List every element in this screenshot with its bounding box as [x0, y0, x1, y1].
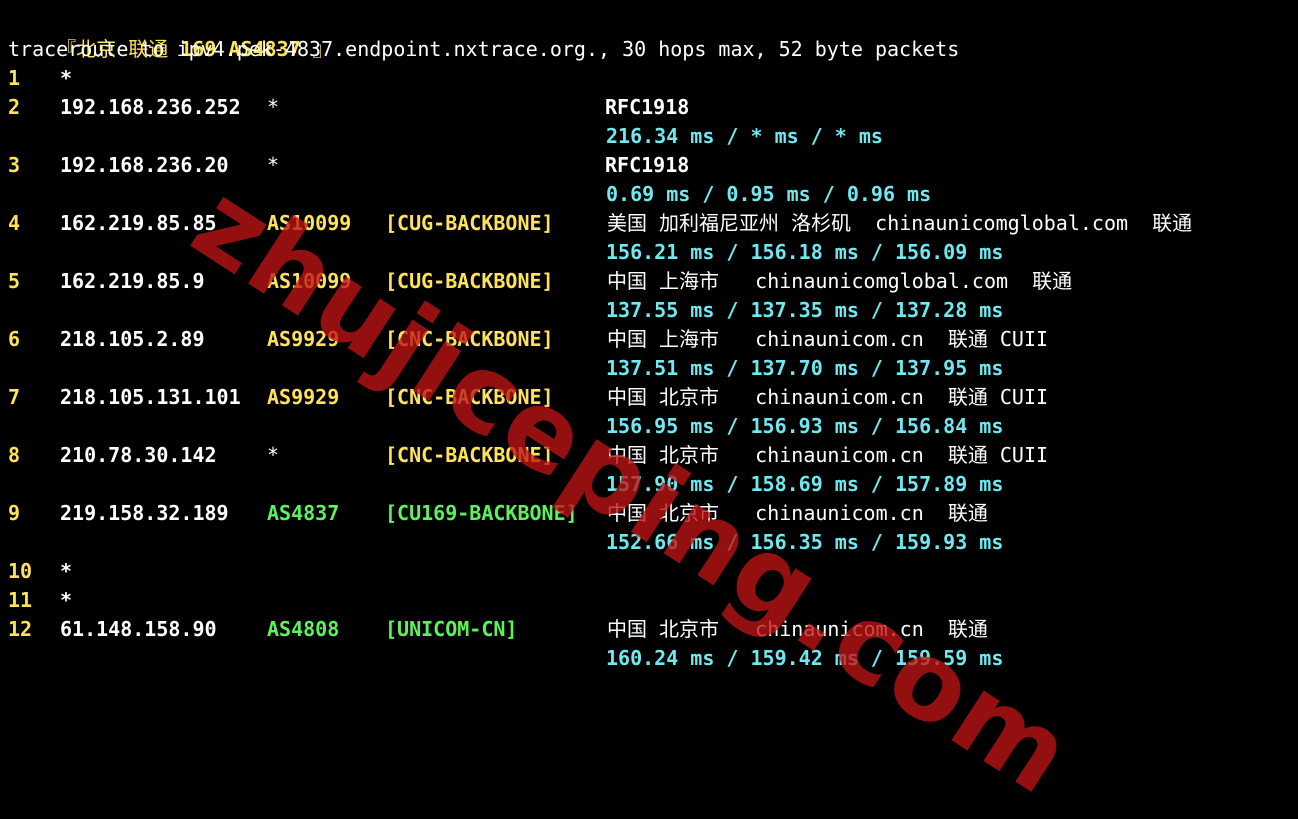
- hop-number: 10: [8, 559, 33, 583]
- hop-number: 4: [8, 211, 21, 235]
- hop-asn: AS10099: [267, 211, 352, 235]
- hop-row: 10 *: [8, 557, 1298, 586]
- hop-number: 11: [8, 588, 33, 612]
- hop-geo-info: RFC1918: [605, 153, 690, 177]
- hop-latency: 156.21 ms / 156.18 ms / 156.09 ms: [606, 240, 1004, 264]
- hop-number: 5: [8, 269, 21, 293]
- hop-latency: 152.66 ms / 156.35 ms / 159.93 ms: [606, 530, 1004, 554]
- hop-backbone-tag: [UNICOM-CN]: [385, 617, 518, 641]
- hop-geo-info: RFC1918: [605, 95, 690, 119]
- hop-geo-info: 中国 上海市 chinaunicom.cn 联通 CUII: [607, 327, 1049, 351]
- hop-backbone-tag: [CNC-BACKBONE]: [385, 443, 554, 467]
- hop-ip: *: [60, 588, 73, 612]
- hop-asn: *: [267, 443, 280, 467]
- hop-row: 6 218.105.2.89 AS9929 [CNC-BACKBONE] 中国 上海市 …: [8, 325, 1298, 354]
- hop-geo-info: 中国 上海市 chinaunicomglobal.com 联通: [607, 269, 1073, 293]
- hop-geo-info: 中国 北京市 chinaunicom.cn 联通: [607, 617, 988, 641]
- hop-number: 7: [8, 385, 21, 409]
- hop-number: 9: [8, 501, 21, 525]
- hop-geo-info: 美国 加利福尼亚州 洛杉矶 chinaunicomglobal.com 联通: [607, 211, 1193, 235]
- hop-ip: 61.148.158.90: [60, 617, 217, 641]
- hop-latency: 216.34 ms / * ms / * ms: [606, 124, 883, 148]
- hop-row: 4 162.219.85.85 AS10099 [CUG-BACKBONE] 美国 加利…: [8, 209, 1298, 238]
- hop-row: 5 162.219.85.9 AS10099 [CUG-BACKBONE] 中国 上海市…: [8, 267, 1298, 296]
- hop-asn: AS4837: [267, 501, 340, 525]
- hop-row: 1 *: [8, 64, 1298, 93]
- hop-number: 8: [8, 443, 21, 467]
- hop-ip: *: [60, 559, 73, 583]
- hop-geo-info: 中国 北京市 chinaunicom.cn 联通 CUII: [607, 385, 1049, 409]
- hop-asn: AS9929: [267, 327, 340, 351]
- hop-backbone-tag: [CU169-BACKBONE]: [385, 501, 578, 525]
- hop-backbone-tag: [CNC-BACKBONE]: [385, 327, 554, 351]
- hop-asn: AS10099: [267, 269, 352, 293]
- hop-asn: AS9929: [267, 385, 340, 409]
- hop-latency: 157.90 ms / 158.69 ms / 157.89 ms: [606, 472, 1004, 496]
- hop-asn: *: [267, 153, 280, 177]
- hop-ip: 192.168.236.252: [60, 95, 241, 119]
- hop-asn: *: [267, 95, 280, 119]
- hop-geo-info: 中国 北京市 chinaunicom.cn 联通 CUII: [607, 443, 1049, 467]
- hop-row: 3 192.168.236.20 * RFC1918: [8, 151, 1298, 180]
- hop-ip: 162.219.85.9: [60, 269, 205, 293]
- hop-number: 1: [8, 66, 21, 90]
- hop-latency: 160.24 ms / 159.42 ms / 159.59 ms: [606, 646, 1004, 670]
- hop-latency: 137.55 ms / 137.35 ms / 137.28 ms: [606, 298, 1004, 322]
- hop-number: 12: [8, 617, 33, 641]
- hop-ip: 218.105.131.101: [60, 385, 241, 409]
- hop-backbone-tag: [CNC-BACKBONE]: [385, 385, 554, 409]
- hop-row: 2 192.168.236.252 * RFC1918: [8, 93, 1298, 122]
- hop-ip: 219.158.32.189: [60, 501, 229, 525]
- hop-ip: *: [60, 66, 73, 90]
- hop-ip: 162.219.85.85: [60, 211, 217, 235]
- hop-latency: 156.95 ms / 156.93 ms / 156.84 ms: [606, 414, 1004, 438]
- hop-row: 12 61.148.158.90 AS4808 [UNICOM-CN] 中国 北京市 c…: [8, 615, 1298, 644]
- hop-row: 9 219.158.32.189 AS4837 [CU169-BACKBONE] 中国 …: [8, 499, 1298, 528]
- hop-row: 7 218.105.131.101 AS9929 [CNC-BACKBONE] 中国 北…: [8, 383, 1298, 412]
- hop-geo-info: 中国 北京市 chinaunicom.cn 联通: [607, 501, 988, 525]
- hop-number: 2: [8, 95, 21, 119]
- hop-number: 6: [8, 327, 21, 351]
- hop-ip: 218.105.2.89: [60, 327, 205, 351]
- hop-ip: 192.168.236.20: [60, 153, 229, 177]
- target-label: 『北京 联通 169 AS4837 』: [8, 6, 333, 61]
- hop-backbone-tag: [CUG-BACKBONE]: [385, 269, 554, 293]
- hop-backbone-tag: [CUG-BACKBONE]: [385, 211, 554, 235]
- hop-asn: AS4808: [267, 617, 340, 641]
- hop-latency: 0.69 ms / 0.95 ms / 0.96 ms: [606, 182, 932, 206]
- hop-ip: 210.78.30.142: [60, 443, 217, 467]
- hop-latency: 137.51 ms / 137.70 ms / 137.95 ms: [606, 356, 1004, 380]
- hop-row: 8 210.78.30.142 * [CNC-BACKBONE] 中国 北京市 chin…: [8, 441, 1298, 470]
- hop-number: 3: [8, 153, 21, 177]
- traceroute-command-line: traceroute to ipv4.pek-4837.endpoint.nxt…: [8, 37, 960, 61]
- hop-row: 11 *: [8, 586, 1298, 615]
